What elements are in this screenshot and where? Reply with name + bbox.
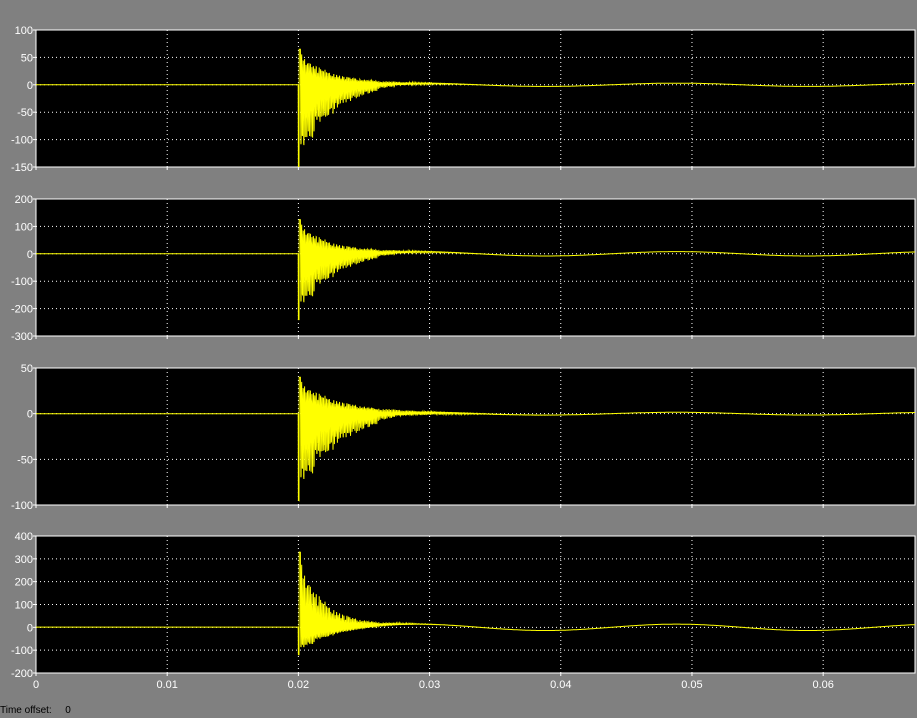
x-tick-label: 0.03	[419, 679, 440, 691]
y-tick-label: 0	[27, 409, 33, 421]
y-tick-label: 400	[15, 531, 33, 543]
y-tick-label: -100	[11, 276, 33, 288]
y-tick-label: -150	[11, 162, 33, 174]
y-tick-label: 100	[15, 600, 33, 612]
y-tick-label: -50	[17, 107, 33, 119]
y-tick-label: 0	[27, 80, 33, 92]
y-tick-label: 0	[27, 249, 33, 261]
plot-area	[35, 367, 916, 506]
x-tick-label: 0.02	[288, 679, 309, 691]
time-offset-bar: Time offset: 0	[0, 704, 917, 718]
scope-panel-2: -300 -200 -100 0 100 200	[11, 194, 916, 343]
plot-area	[35, 198, 916, 337]
scope-figure: -150 -100 -50 0 50 100 -300 -200 -100 0 100 200 -100…	[11, 25, 916, 691]
y-tick-label: -100	[11, 500, 33, 512]
plot-area	[35, 29, 916, 168]
scope-panel-4: -200 -100 0 100 200 300 400 0 0.01 0.02 0.03 0.04 0.…	[11, 531, 916, 691]
y-tick-label: -300	[11, 331, 33, 343]
time-offset-label: Time offset:	[0, 705, 52, 716]
x-tick-label: 0	[33, 679, 39, 691]
y-tick-label: -200	[11, 304, 33, 316]
y-tick-label: -100	[11, 135, 33, 147]
y-tick-label: 200	[15, 577, 33, 589]
y-tick-label: 300	[15, 554, 33, 566]
x-tick-label: 0.04	[550, 679, 571, 691]
y-tick-label: 50	[21, 363, 33, 375]
y-tick-label: -50	[17, 454, 33, 466]
x-tick-label: 0.06	[812, 679, 833, 691]
y-tick-label: 0	[27, 622, 33, 634]
time-offset-value: 0	[65, 705, 71, 716]
y-tick-label: 50	[21, 52, 33, 64]
scope-panel-3: -100 -50 0 50	[11, 363, 916, 512]
x-tick-label: 0.01	[156, 679, 177, 691]
scope-panel-1: -150 -100 -50 0 50 100	[11, 25, 916, 174]
y-tick-label: -200	[11, 668, 33, 680]
plot-area	[35, 535, 916, 674]
y-tick-label: -100	[11, 645, 33, 657]
y-tick-label: 200	[15, 194, 33, 206]
y-tick-label: 100	[15, 25, 33, 37]
x-tick-label: 0.05	[681, 679, 702, 691]
y-tick-label: 100	[15, 221, 33, 233]
